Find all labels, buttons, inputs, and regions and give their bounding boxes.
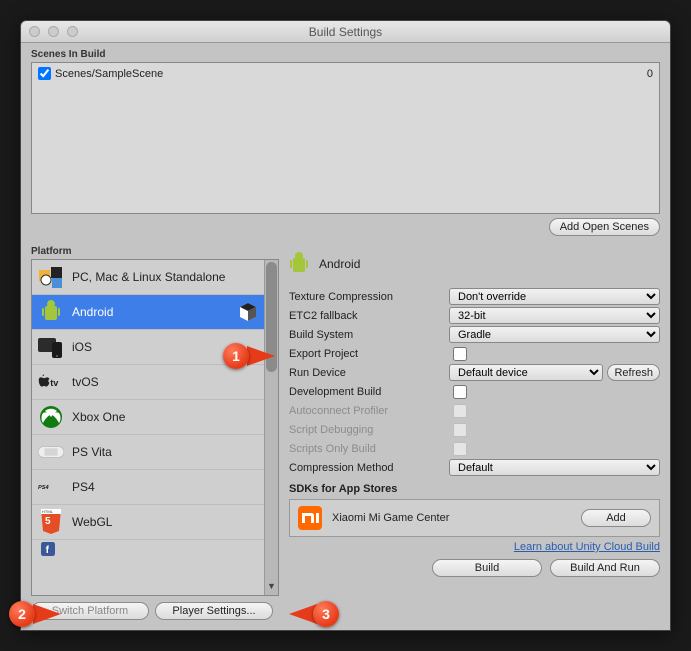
traffic-lights [21, 26, 78, 37]
script-debugging-checkbox [453, 423, 467, 437]
webgl-icon: 5 HTML [38, 509, 64, 535]
platform-list: PC, Mac & Linux Standalone Android [31, 259, 279, 596]
row-etc2: ETC2 fallback 32-bit [289, 306, 660, 325]
row-build-system: Build System Gradle [289, 325, 660, 344]
platform-label: Android [72, 305, 113, 319]
close-icon[interactable] [29, 26, 40, 37]
selected-platform-label: Android [319, 257, 360, 271]
scenes-heading: Scenes In Build [31, 49, 660, 60]
svg-text:tv: tv [50, 378, 59, 388]
export-project-checkbox[interactable] [453, 347, 467, 361]
texture-compression-select[interactable]: Don't override [449, 288, 660, 305]
sdk-add-button[interactable]: Add [581, 509, 651, 527]
sdk-item-label: Xiaomi Mi Game Center [332, 512, 449, 524]
compression-method-select[interactable]: Default [449, 459, 660, 476]
scripts-only-checkbox [453, 442, 467, 456]
row-compression-method: Compression Method Default [289, 458, 660, 477]
titlebar[interactable]: Build Settings [21, 21, 670, 43]
window-title: Build Settings [21, 25, 670, 39]
xiaomi-icon [298, 506, 322, 530]
learn-cloud-build-link[interactable]: Learn about Unity Cloud Build [514, 541, 660, 553]
scene-name: Scenes/SampleScene [55, 68, 163, 80]
platform-label: iOS [72, 340, 92, 354]
row-scripts-only: Scripts Only Build [289, 439, 660, 458]
refresh-button[interactable]: Refresh [607, 364, 660, 381]
svg-text:HTML: HTML [42, 509, 54, 514]
sdk-section-title: SDKs for App Stores [289, 483, 660, 495]
platform-item-xboxone[interactable]: Xbox One [32, 400, 264, 435]
scenes-list[interactable]: Scenes/SampleScene 0 [31, 62, 660, 214]
build-button[interactable]: Build [432, 559, 542, 577]
callout-1: 1 [223, 343, 249, 369]
callout-2: 2 [9, 601, 35, 627]
platform-item-android[interactable]: Android [32, 295, 264, 330]
scroll-down-icon[interactable]: ▼ [265, 581, 278, 595]
platform-item-psvita[interactable]: PS Vita [32, 435, 264, 470]
learn-link-row: Learn about Unity Cloud Build [289, 541, 660, 553]
tvos-icon: tv [38, 369, 64, 395]
platform-label: PS4 [72, 480, 95, 494]
build-system-select[interactable]: Gradle [449, 326, 660, 343]
build-settings-window: Build Settings Scenes In Build Scenes/Sa… [20, 20, 671, 631]
autoconnect-profiler-checkbox [453, 404, 467, 418]
svg-text:PS4: PS4 [38, 485, 50, 491]
callout-1-tail [247, 346, 275, 366]
selected-platform-header: Android [289, 246, 660, 281]
row-script-debugging: Script Debugging [289, 420, 660, 439]
row-run-device: Run Device Default device Refresh [289, 363, 660, 382]
scene-checkbox[interactable] [38, 67, 51, 80]
xbox-icon [38, 404, 64, 430]
build-and-run-button[interactable]: Build And Run [550, 559, 660, 577]
platform-label: WebGL [72, 515, 112, 529]
ps4-icon: PS4 [38, 474, 64, 500]
platform-item-standalone[interactable]: PC, Mac & Linux Standalone [32, 260, 264, 295]
add-open-scenes-button[interactable]: Add Open Scenes [549, 218, 660, 236]
platform-label: PS Vita [72, 445, 112, 459]
android-icon [289, 252, 309, 276]
platform-scrollbar[interactable]: ▼ [264, 260, 278, 595]
psvita-icon [38, 439, 64, 465]
facebook-icon: f [38, 542, 58, 556]
run-device-select[interactable]: Default device [449, 364, 603, 381]
ios-icon [38, 334, 64, 360]
row-export-project: Export Project [289, 344, 660, 363]
row-texture-compression: Texture Compression Don't override [289, 287, 660, 306]
minimize-icon[interactable] [48, 26, 59, 37]
scene-row[interactable]: Scenes/SampleScene 0 [38, 67, 653, 80]
callout-2-tail [33, 604, 61, 624]
android-icon [38, 299, 64, 325]
zoom-icon[interactable] [67, 26, 78, 37]
platform-label: tvOS [72, 375, 99, 389]
row-autoconnect-profiler: Autoconnect Profiler [289, 401, 660, 420]
platform-label: Xbox One [72, 410, 125, 424]
platform-label: PC, Mac & Linux Standalone [72, 270, 225, 284]
platform-item-ps4[interactable]: PS4 PS4 [32, 470, 264, 505]
callout-3: 3 [313, 601, 339, 627]
row-development-build: Development Build [289, 382, 660, 401]
development-build-checkbox[interactable] [453, 385, 467, 399]
platform-item-more[interactable]: f [32, 540, 264, 558]
sdk-item: Xiaomi Mi Game Center Add [289, 499, 660, 537]
etc2-fallback-select[interactable]: 32-bit [449, 307, 660, 324]
standalone-icon [38, 264, 64, 290]
unity-logo-icon [238, 302, 258, 322]
player-settings-button[interactable]: Player Settings... [155, 602, 273, 620]
platform-heading: Platform [31, 246, 279, 257]
scene-index: 0 [647, 68, 653, 80]
platform-item-tvos[interactable]: tv tvOS [32, 365, 264, 400]
svg-text:5: 5 [45, 516, 51, 527]
platform-item-webgl[interactable]: 5 HTML WebGL [32, 505, 264, 540]
